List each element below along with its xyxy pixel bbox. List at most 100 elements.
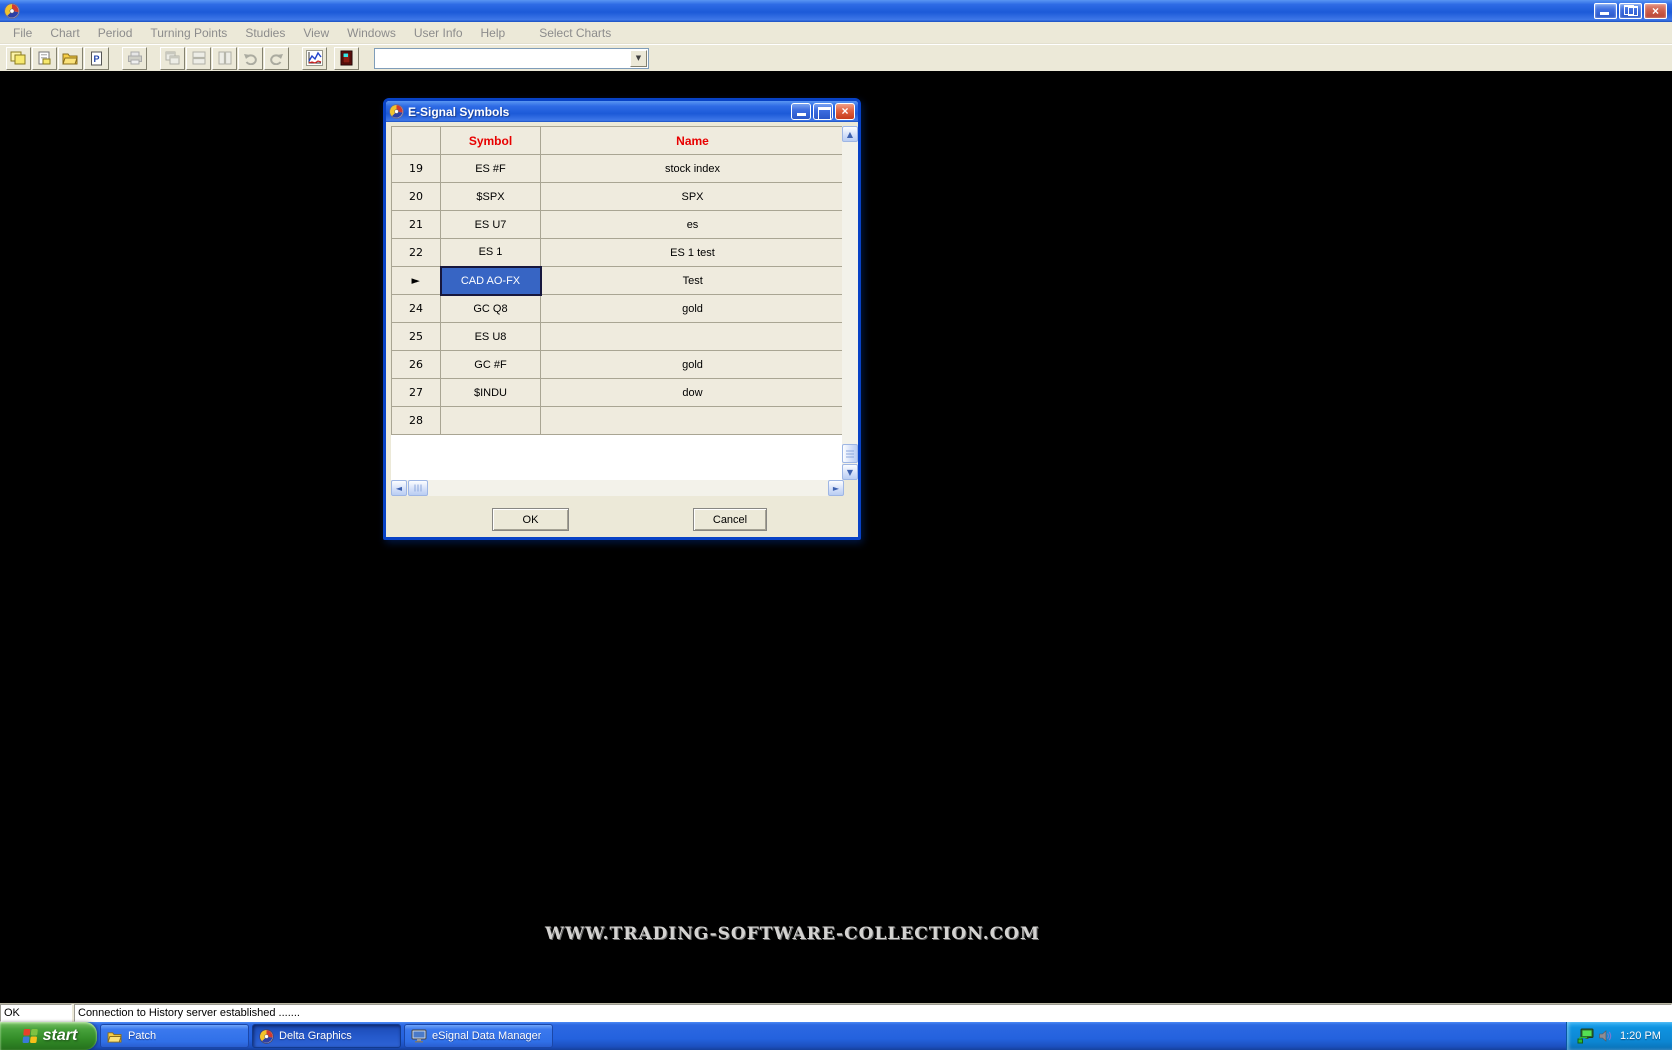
menu-item[interactable]: Period (89, 24, 142, 42)
copy-button[interactable] (6, 47, 31, 70)
row-number-cell[interactable]: 19 (392, 155, 441, 183)
main-titlebar: × (0, 0, 1672, 22)
dialog-close-button[interactable]: × (835, 103, 855, 120)
symbol-cell[interactable]: ES #F (441, 155, 541, 183)
name-cell[interactable] (541, 407, 845, 435)
close-button[interactable]: × (1644, 3, 1667, 19)
table-row[interactable]: 26 GC #F gold (392, 351, 845, 379)
print-preview-button[interactable] (32, 47, 57, 70)
dialog-title: E-Signal Symbols (408, 105, 791, 119)
symbol-cell[interactable]: $INDU (441, 379, 541, 407)
row-number-cell[interactable]: 22 (392, 239, 441, 267)
menu-item[interactable]: Select Charts (530, 24, 620, 42)
taskbar-item-esignal-data-manager[interactable]: eSignal Data Manager (404, 1024, 553, 1048)
symbol-cell[interactable]: $SPX (441, 183, 541, 211)
tile-vertical-button[interactable] (212, 47, 237, 70)
vertical-scrollbar[interactable]: ▲ ▼ (842, 126, 858, 480)
menu-item[interactable]: Turning Points (141, 24, 236, 42)
name-cell[interactable]: ES 1 test (541, 239, 845, 267)
page-setup-button[interactable]: P (84, 47, 109, 70)
symbol-cell[interactable]: ES U7 (441, 211, 541, 239)
clock[interactable]: 1:20 PM (1620, 1030, 1661, 1042)
row-number-cell[interactable]: 25 (392, 323, 441, 351)
dialog-body: Symbol Name 19 ES #F stock index (386, 122, 858, 537)
windows-flag-icon (20, 1028, 38, 1044)
start-button[interactable]: start (0, 1022, 97, 1050)
ok-button[interactable]: OK (492, 508, 569, 531)
dialog-maximize-button[interactable] (813, 103, 833, 120)
menu-item[interactable]: Help (472, 24, 515, 42)
print-button[interactable] (122, 47, 147, 70)
taskbar-item-patch[interactable]: Patch (100, 1024, 249, 1048)
minimize-button[interactable] (1594, 3, 1617, 19)
exit-button[interactable] (334, 47, 359, 70)
network-icon[interactable] (1577, 1028, 1594, 1044)
menu-item[interactable]: View (294, 24, 338, 42)
dialog-titlebar[interactable]: E-Signal Symbols × (386, 101, 858, 122)
table-row[interactable]: 20 $SPX SPX (392, 183, 845, 211)
menu-item[interactable]: Windows (338, 24, 405, 42)
row-number-cell[interactable]: ► (392, 267, 441, 295)
horizontal-scrollbar[interactable]: ◄ ► (391, 480, 844, 496)
row-number-cell[interactable]: 26 (392, 351, 441, 379)
symbol-cell[interactable]: GC #F (441, 351, 541, 379)
redo-button[interactable] (264, 47, 289, 70)
symbol-cell[interactable]: ES U8 (441, 323, 541, 351)
table-row[interactable]: 21 ES U7 es (392, 211, 845, 239)
name-cell[interactable]: stock index (541, 155, 845, 183)
taskbar-item-delta-graphics[interactable]: Delta Graphics (252, 1024, 401, 1048)
name-cell[interactable]: es (541, 211, 845, 239)
undo-button[interactable] (238, 47, 263, 70)
menu-item[interactable]: Chart (41, 24, 88, 42)
scroll-left-icon[interactable]: ◄ (391, 480, 407, 496)
app-logo-icon (4, 3, 20, 19)
status-message: Connection to History server established… (74, 1004, 1672, 1022)
table-row[interactable]: 27 $INDU dow (392, 379, 845, 407)
restore-button[interactable] (1619, 3, 1642, 19)
menu-item[interactable]: File (4, 24, 41, 42)
menu-item[interactable]: Studies (236, 24, 294, 42)
scroll-down-icon[interactable]: ▼ (842, 464, 858, 480)
name-cell[interactable]: dow (541, 379, 845, 407)
table-row[interactable]: 24 GC Q8 gold (392, 295, 845, 323)
name-cell[interactable]: gold (541, 351, 845, 379)
scroll-right-icon[interactable]: ► (828, 480, 844, 496)
table-row[interactable]: ► CAD AO-FX Test (392, 267, 845, 295)
name-cell[interactable]: gold (541, 295, 845, 323)
name-cell[interactable]: Test (541, 267, 845, 295)
cancel-button[interactable]: Cancel (693, 508, 767, 531)
symbol-cell[interactable]: ES 1 (441, 239, 541, 267)
row-number-cell[interactable]: 28 (392, 407, 441, 435)
dialog-minimize-button[interactable] (791, 103, 811, 120)
open-button[interactable] (58, 47, 83, 70)
table-row[interactable]: 19 ES #F stock index (392, 155, 845, 183)
symbol-cell[interactable]: GC Q8 (441, 295, 541, 323)
toolbar: P ▼ (0, 44, 1672, 71)
vertical-scroll-thumb[interactable] (842, 444, 858, 463)
symbol-cell[interactable] (441, 407, 541, 435)
table-row[interactable]: 25 ES U8 (392, 323, 845, 351)
horizontal-scroll-thumb[interactable] (408, 480, 428, 496)
scroll-up-icon[interactable]: ▲ (842, 126, 858, 142)
row-number-cell[interactable]: 21 (392, 211, 441, 239)
row-number-cell[interactable]: 20 (392, 183, 441, 211)
name-cell[interactable]: SPX (541, 183, 845, 211)
symbol-cell[interactable]: CAD AO-FX (441, 267, 541, 295)
screen: × FileChartPeriodTurning PointsStudiesVi… (0, 0, 1672, 1050)
symbol-combobox[interactable]: ▼ (374, 48, 649, 69)
chart-button[interactable] (302, 47, 327, 70)
menu-item[interactable]: User Info (405, 24, 472, 42)
tile-horizontal-button[interactable] (186, 47, 211, 70)
volume-icon[interactable] (1598, 1029, 1612, 1043)
row-number-cell[interactable]: 24 (392, 295, 441, 323)
combobox-dropdown-icon[interactable]: ▼ (630, 50, 647, 67)
name-cell[interactable] (541, 323, 845, 351)
symbol-header-cell: Symbol (441, 127, 541, 155)
row-number-cell[interactable]: 27 (392, 379, 441, 407)
task-label: Patch (128, 1030, 156, 1042)
menu-bar: FileChartPeriodTurning PointsStudiesView… (0, 22, 1672, 44)
copy-icon (10, 51, 27, 66)
table-row[interactable]: 22 ES 1 ES 1 test (392, 239, 845, 267)
table-row[interactable]: 28 (392, 407, 845, 435)
cascade-windows-button[interactable] (160, 47, 185, 70)
